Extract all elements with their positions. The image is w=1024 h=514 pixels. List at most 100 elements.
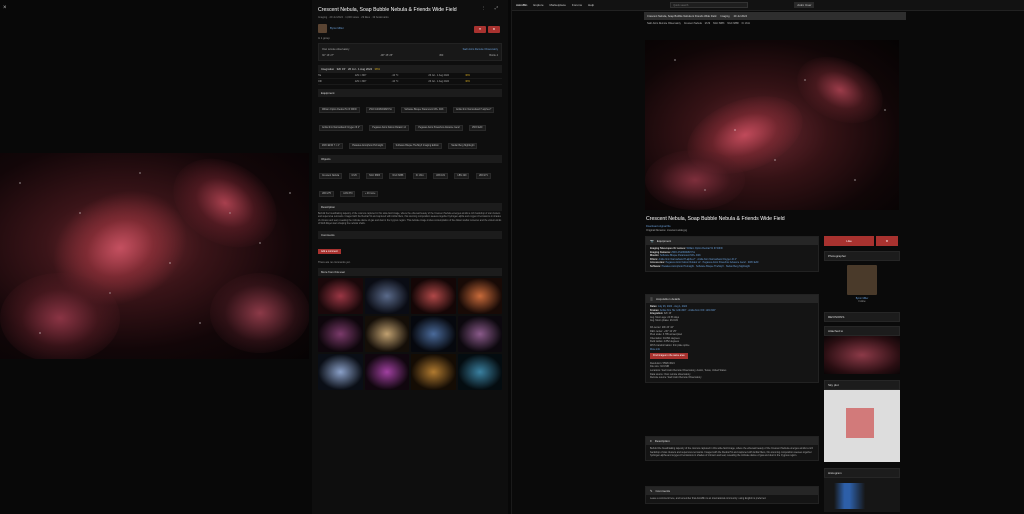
search-input[interactable]: Quick search xyxy=(670,2,749,8)
integration-label: Integration xyxy=(321,67,335,71)
object-tag[interactable]: LDN 870 xyxy=(340,191,356,197)
object-tag[interactable]: LBN 229 xyxy=(454,173,470,179)
tag-link[interactable]: NGC 6888 xyxy=(727,22,738,25)
follow-button[interactable]: Follow xyxy=(824,300,900,303)
object-tag[interactable]: + 49 more xyxy=(361,191,379,197)
object-tags: Crescent Nebula M 29 NGC 6883 NGC 6888 I… xyxy=(318,163,502,199)
equipment-title: Equipment xyxy=(656,239,672,243)
tag-link[interactable]: IC 1311 xyxy=(742,22,750,25)
more-info-link[interactable]: More info xyxy=(650,348,814,352)
author-name[interactable]: Byron Miller xyxy=(330,27,344,30)
equipment-tag[interactable]: ZWO ASI2600MM Pro xyxy=(366,107,395,113)
attached-thumbnail[interactable] xyxy=(824,336,900,374)
nav-logo[interactable]: AstroBin xyxy=(516,3,527,7)
bortle: Bortle 4 xyxy=(489,53,498,57)
tag-link[interactable]: Sadr Astro Remote Observatory xyxy=(647,22,681,25)
thumbnail[interactable] xyxy=(364,277,409,314)
thumbnail[interactable] xyxy=(411,353,456,390)
skyplot-header: Sky plot xyxy=(824,380,900,390)
panel-action-icons[interactable]: ⋮ ⤢ xyxy=(482,5,502,10)
camera-link[interactable]: ZWO ASI2600MM Pro xyxy=(671,251,695,254)
equipment-tag[interactable]: Pegasus Astro Powerbox Advance Gen2 xyxy=(415,125,463,131)
toolbar-date[interactable]: 29 Jul 2024 xyxy=(734,15,747,18)
equipment-tag[interactable]: William Optics Redcat 51 III WIFD xyxy=(319,107,360,113)
dates-value[interactable]: July 26, 2024 - Aug 1, 2024 xyxy=(658,305,687,308)
acquisition-card: ⓘ Acquisition details Dates: July 26, 202… xyxy=(645,294,819,383)
equipment-tag[interactable]: Pegasus Astro Falcon Rotator v2 xyxy=(369,125,409,131)
thumbnail[interactable] xyxy=(457,277,502,314)
thumbnail[interactable] xyxy=(411,315,456,352)
lightbox-image[interactable] xyxy=(0,153,309,359)
add-comment-button[interactable]: Add a comment xyxy=(318,248,341,254)
tag-link[interactable]: Crescent Nebula xyxy=(684,22,702,25)
sky-plot[interactable] xyxy=(824,390,900,462)
nav-help[interactable]: Help xyxy=(588,3,594,7)
thumbnail[interactable] xyxy=(411,277,456,314)
equipment-tag[interactable]: ZWO EFW 7 × 2" xyxy=(319,143,343,149)
revisions-box: REVISIONS xyxy=(824,312,900,322)
object-tag[interactable]: M 29 xyxy=(348,173,360,179)
equipment-tag[interactable]: Software Bisque TheSkyX Imaging Edition xyxy=(392,143,442,149)
nav-forums[interactable]: Forums xyxy=(572,3,582,7)
object-tag[interactable]: IC 1311 xyxy=(412,173,427,179)
exposure-cell: 129 × 300" xyxy=(354,80,367,83)
avatar[interactable] xyxy=(847,265,877,295)
accessories-link[interactable]: Pegasus Astro Falcon Rotator v2 · Pegasu… xyxy=(666,261,759,264)
find-images-button[interactable]: Find images in the same area xyxy=(650,353,688,359)
equipment-tag[interactable]: Stefan Berg NightLight xyxy=(448,143,478,149)
thumbnail[interactable] xyxy=(457,315,502,352)
comments-note: Leave a comment here, and remember that … xyxy=(650,497,767,500)
software-link[interactable]: Pleiades Astrophoto PixInsight · Softwar… xyxy=(662,265,750,268)
object-tag[interactable]: Crescent Nebula xyxy=(319,173,343,179)
toolbar-title[interactable]: Crescent Nebula, Soap Bubble Nebula & Fr… xyxy=(647,15,716,18)
equipment-tag[interactable]: Antlia 3nm Narrowband Oxygen III 2" xyxy=(319,125,363,131)
thumbnail[interactable] xyxy=(364,315,409,352)
thumbnail[interactable] xyxy=(364,353,409,390)
download-info: Download original file Original filename… xyxy=(646,225,687,233)
group-text[interactable]: In 1 group xyxy=(318,37,502,40)
telescope-link[interactable]: William Optics Redcat 51 III WIFD xyxy=(687,247,723,250)
no-comments-text: There are no comments yet. xyxy=(318,260,351,264)
nav-explore[interactable]: Explore xyxy=(533,3,543,7)
object-tag[interactable]: LBN 275 xyxy=(319,191,334,197)
equipment-tag[interactable]: Software Bisque Paramount MX+ D2K xyxy=(401,107,447,113)
equipment-tag[interactable]: Antlia 3nm Narrowband H-alpha 2" xyxy=(452,107,495,113)
object-tag[interactable]: NGC 6883 xyxy=(366,173,383,179)
like-button[interactable]: ♥ xyxy=(474,26,486,33)
thumbnail[interactable] xyxy=(318,277,363,314)
object-tag[interactable]: NGC 6888 xyxy=(389,173,407,179)
filters-link[interactable]: Antlia 3nm Narrowband H-alpha 2" · Antli… xyxy=(659,258,737,261)
panel-title: Crescent Nebula, Soap Bubble Nebula & Fr… xyxy=(318,7,457,13)
tag-link[interactable]: M 29 xyxy=(705,22,710,25)
obs-name[interactable]: Sadr Astro Remote Observatory xyxy=(463,48,498,51)
tag-link[interactable]: NGC 6883 xyxy=(713,22,724,25)
like-button[interactable]: Like xyxy=(824,236,874,246)
toolbar-type[interactable]: Imaging xyxy=(720,15,729,18)
user-menu[interactable]: Astro User xyxy=(794,2,815,8)
thumbnail[interactable] xyxy=(457,353,502,390)
more-thumbs xyxy=(318,277,502,390)
more-from-user-header: More from this user xyxy=(318,267,502,276)
acquisition-table: Ha 129 × 300" -10 °C 26 Jul - 1 Aug 2024… xyxy=(318,73,502,85)
revisions-header[interactable]: REVISIONS xyxy=(824,312,900,322)
skyplot-box: Sky plot xyxy=(824,380,900,462)
thumbnail[interactable] xyxy=(318,353,363,390)
download-link[interactable]: Download original file xyxy=(646,225,671,228)
bookmark-button[interactable]: ★ xyxy=(488,26,500,33)
main-image[interactable] xyxy=(645,40,899,210)
nav-marketplace[interactable]: Marketplace xyxy=(550,3,566,7)
temp-cell: -10 °C xyxy=(391,80,399,83)
avatar[interactable] xyxy=(318,23,327,33)
panel-meta: Imaging · 29 Jul 2024 · 1,003 views · 29… xyxy=(318,16,389,19)
original-filename: Original filename: crescent-wide.jpg xyxy=(646,229,688,232)
equipment-tag[interactable]: ZWO EAF xyxy=(469,125,486,131)
thumbnail[interactable] xyxy=(318,315,363,352)
equipment-tag[interactable]: Pleiades Astrophoto PixInsight xyxy=(349,143,387,149)
mount-link[interactable]: Software Bisque Paramount MX+ D2K xyxy=(660,254,701,257)
close-icon[interactable]: × xyxy=(3,5,7,11)
object-tag[interactable]: LBN 271 xyxy=(475,173,491,179)
equipment-card-body: Imaging Telescopes Or Lenses: William Op… xyxy=(650,247,759,268)
object-tag[interactable]: LBN 181 xyxy=(433,173,449,179)
bookmark-button[interactable]: ★ xyxy=(876,236,898,246)
lightbox-view: × ⋮ ⤢ Crescent Nebula, Soap Bubble Nebul… xyxy=(0,0,512,514)
